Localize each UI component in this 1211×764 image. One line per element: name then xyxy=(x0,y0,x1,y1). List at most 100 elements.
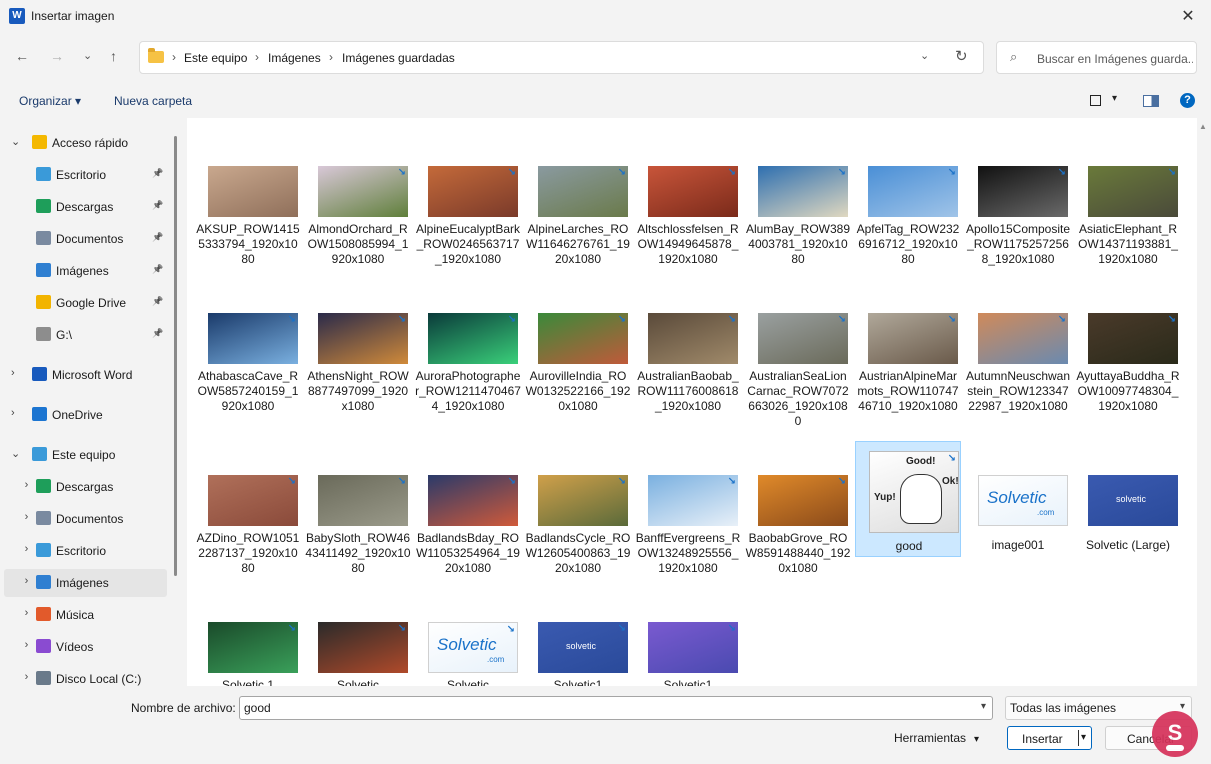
image-thumbnail: ↘ xyxy=(1088,313,1178,364)
file-tile[interactable]: ↘ AlpineLarches_ROW11646276761_1920x1080 xyxy=(525,166,631,282)
image-thumbnail: ↘ xyxy=(1088,166,1178,217)
file-tile[interactable]: ↘ AustralianSeaLionCarnac_ROW7072663026_1… xyxy=(745,313,851,429)
file-tile[interactable]: ↘ Altschlossfelsen_ROW14949645878_1920x10… xyxy=(635,166,741,282)
file-tile[interactable]: Good! Ok! Yup! ↘ good xyxy=(855,441,961,557)
sidebar-item[interactable]: › Descargas xyxy=(4,473,167,501)
image-thumbnail: ↘ xyxy=(208,622,298,673)
sidebar-item[interactable]: › OneDrive xyxy=(4,401,167,429)
forward-arrow-icon[interactable]: → xyxy=(50,48,64,64)
up-arrow-icon[interactable]: ↑ xyxy=(110,48,117,64)
chevron-down-icon[interactable]: ⌄ xyxy=(11,447,20,460)
new-folder-button[interactable]: Nueva carpeta xyxy=(114,94,192,108)
file-name: image001 xyxy=(991,538,1045,552)
sidebar-item[interactable]: › Documentos xyxy=(4,505,167,533)
image-thumbnail: ↘ xyxy=(538,475,628,526)
solvetic-logo-text: solvetic xyxy=(566,641,597,651)
preview-pane-icon[interactable] xyxy=(1143,95,1159,107)
file-tile[interactable]: ↘ AthabascaCave_ROW5857240159_1920x1080 xyxy=(195,313,301,429)
sidebar-item[interactable]: Escritorio 📌 xyxy=(4,161,167,189)
chevron-right-icon[interactable]: › xyxy=(11,367,15,379)
sidebar-item[interactable]: ⌄ Acceso rápido xyxy=(4,129,167,157)
refresh-icon[interactable]: ↻ xyxy=(955,47,968,65)
chevron-right-icon[interactable]: › xyxy=(25,543,29,555)
file-tile[interactable]: Solvetic .com image001 xyxy=(965,475,1071,591)
sidebar-item[interactable]: › Imágenes xyxy=(4,569,167,597)
file-tile[interactable]: ↘ Solvetic1 xyxy=(635,622,741,686)
file-name: Altschlossfelsen_ROW14949645878_1920x108… xyxy=(637,222,739,266)
file-tile[interactable]: ↘ BaobabGrove_ROW8591488440_1920x1080 xyxy=(745,475,851,591)
sidebar-item[interactable]: › Música xyxy=(4,601,167,629)
back-arrow-icon[interactable]: ← xyxy=(15,48,29,64)
content-scrollbar[interactable] xyxy=(1199,118,1207,686)
image-thumbnail: ↘ xyxy=(648,166,738,217)
address-bar[interactable]: › Este equipo › Imágenes › Imágenes guar… xyxy=(139,41,984,74)
file-tile[interactable]: solvetic ↘ Solvetic1 xyxy=(525,622,631,686)
file-tile[interactable]: solvetic Solvetic (Large) xyxy=(1075,475,1181,591)
insert-options-icon[interactable]: ▾ xyxy=(1081,732,1086,743)
chevron-right-icon[interactable]: › xyxy=(11,407,15,419)
chevron-right-icon[interactable]: › xyxy=(25,671,29,683)
close-icon[interactable]: ✕ xyxy=(1177,6,1199,26)
chevron-right-icon[interactable]: › xyxy=(25,479,29,491)
file-tile[interactable]: ↘ Solvetic xyxy=(305,622,411,686)
file-tile[interactable]: ↘ Apollo15Composite_ROW11752572568_1920x1… xyxy=(965,166,1071,282)
file-tile[interactable]: ↘ BabySloth_ROW4643411492_1920x1080 xyxy=(305,475,411,591)
file-tile[interactable]: ↘ AuroraPhotographer_ROW12114704674_1920x… xyxy=(415,313,521,429)
chevron-right-icon[interactable]: › xyxy=(25,575,29,587)
insert-label: Insertar xyxy=(1022,732,1063,746)
shortcut-arrow-icon: ↘ xyxy=(727,623,736,634)
image-thumbnail: ↘ xyxy=(978,166,1068,217)
chevron-down-icon[interactable]: ⌄ xyxy=(11,135,20,148)
file-tile[interactable]: ↘ AZDino_ROW10512287137_1920x1080 xyxy=(195,475,301,591)
file-tile[interactable]: ↘ AustrianAlpineMarmots_ROW11074746710_19… xyxy=(855,313,961,429)
sidebar-item[interactable]: Google Drive 📌 xyxy=(4,289,167,317)
file-tile[interactable]: AKSUP_ROW14155333794_1920x1080 xyxy=(195,166,301,282)
file-tile[interactable]: ↘ AlpineEucalyptBark_ROW0246563717_1920x1… xyxy=(415,166,521,282)
file-tile[interactable]: ↘ AthensNight_ROW8877497099_1920x1080 xyxy=(305,313,411,429)
chevron-down-icon[interactable]: ⌄ xyxy=(920,49,929,62)
breadcrumb-este-equipo[interactable]: Este equipo xyxy=(184,51,247,65)
organize-menu[interactable]: Organizar ▾ xyxy=(19,94,81,108)
breadcrumb-imagenes-guardadas[interactable]: Imágenes guardadas xyxy=(342,51,455,65)
chevron-right-icon[interactable]: › xyxy=(25,511,29,523)
recent-locations-icon[interactable]: ⌄ xyxy=(83,49,92,62)
chevron-down-icon[interactable]: ▾ xyxy=(1180,701,1185,712)
file-tile[interactable]: ↘ AyuttayaBuddha_ROW10097748304_1920x1080 xyxy=(1075,313,1181,429)
file-tile[interactable]: ↘ Solvetic 1 xyxy=(195,622,301,686)
breadcrumb-imagenes[interactable]: Imágenes xyxy=(268,51,321,65)
sidebar-item[interactable]: G:\ 📌 xyxy=(4,321,167,349)
file-tile[interactable]: ↘ ApfelTag_ROW2326916712_1920x1080 xyxy=(855,166,961,282)
view-mode-icon[interactable] xyxy=(1090,95,1101,106)
file-tile[interactable]: ↘ AustralianBaobab_ROW11176008618_1920x10… xyxy=(635,313,741,429)
file-tile[interactable]: ↘ AurovilleIndia_ROW0132522166_1920x1080 xyxy=(525,313,631,429)
search-box[interactable]: ⌕ Buscar en Imágenes guarda... xyxy=(996,41,1197,74)
sidebar-item[interactable]: Imágenes 📌 xyxy=(4,257,167,285)
file-tile[interactable]: ↘ AsiaticElephant_ROW14371193881_1920x108… xyxy=(1075,166,1181,282)
sidebar-item[interactable]: ⌄ Este equipo xyxy=(4,441,167,469)
file-tile[interactable]: ↘ BanffEvergreens_ROW13248925556_1920x108… xyxy=(635,475,741,591)
search-icon: ⌕ xyxy=(1010,49,1018,64)
file-tile[interactable]: ↘ AutumnNeuschwanstein_ROW12334722987_192… xyxy=(965,313,1071,429)
pin-icon: 📌 xyxy=(152,296,164,306)
insert-button[interactable]: Insertar ▾ xyxy=(1007,726,1092,750)
filename-input[interactable]: good ▾ xyxy=(239,696,993,720)
tools-menu[interactable]: Herramientas ▾ xyxy=(894,731,979,745)
shortcut-arrow-icon: ↘ xyxy=(837,314,846,325)
file-tile[interactable]: Solvetic .com ↘ Solvetic xyxy=(415,622,521,686)
sidebar-item[interactable]: Descargas 📌 xyxy=(4,193,167,221)
sidebar-item[interactable]: › Microsoft Word xyxy=(4,361,167,389)
chevron-right-icon[interactable]: › xyxy=(25,639,29,651)
chevron-down-icon[interactable]: ▾ xyxy=(981,701,986,712)
sidebar-scrollbar[interactable] xyxy=(174,136,177,576)
file-tile[interactable]: ↘ BadlandsCycle_ROW12605400863_1920x1080 xyxy=(525,475,631,591)
chevron-right-icon[interactable]: › xyxy=(25,607,29,619)
sidebar-item[interactable]: › Escritorio xyxy=(4,537,167,565)
sidebar-item[interactable]: Documentos 📌 xyxy=(4,225,167,253)
view-dropdown-icon[interactable]: ▾ xyxy=(1112,93,1117,104)
file-tile[interactable]: ↘ BadlandsBday_ROW11053254964_1920x1080 xyxy=(415,475,521,591)
file-tile[interactable]: ↘ AlmondOrchard_ROW1508085994_1920x1080 xyxy=(305,166,411,282)
sidebar-item[interactable]: › Vídeos xyxy=(4,633,167,661)
file-tile[interactable]: ↘ AlumBay_ROW3894003781_1920x1080 xyxy=(745,166,851,282)
help-icon[interactable]: ? xyxy=(1180,93,1195,108)
sidebar-item[interactable]: › Disco Local (C:) xyxy=(4,665,167,686)
